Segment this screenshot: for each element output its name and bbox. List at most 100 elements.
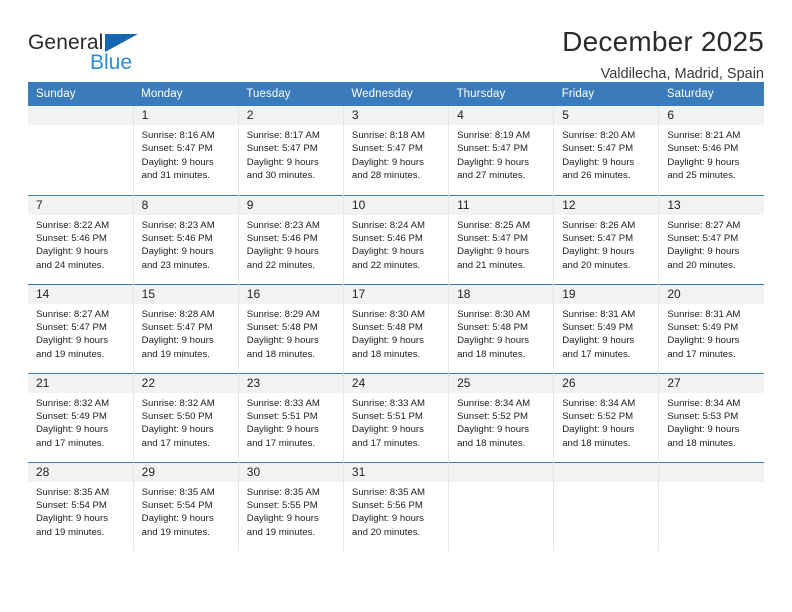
calendar-day-cell[interactable]: 28 Sunrise: 8:35 AM Sunset: 5:54 PM Dayligh… (28, 461, 134, 551)
calendar-week-row: 7 Sunrise: 8:22 AM Sunset: 5:46 PM Daylight… (28, 194, 764, 284)
sunrise-text: Sunrise: 8:31 AM (562, 308, 636, 320)
calendar-day-cell[interactable]: 7 Sunrise: 8:22 AM Sunset: 5:46 PM Daylight… (28, 194, 134, 284)
calendar-day-cell[interactable]: 25 Sunrise: 8:34 AM Sunset: 5:52 PM Dayligh… (448, 372, 554, 462)
sunset-text: Sunset: 5:46 PM (141, 232, 213, 244)
sunrise-text: Sunrise: 8:21 AM (667, 130, 741, 141)
daylight-text-cont: and 18 minutes. (246, 348, 316, 360)
sunset-text: Sunset: 5:51 PM (246, 410, 318, 422)
calendar-day-cell[interactable]: 22 Sunrise: 8:32 AM Sunset: 5:50 PM Dayligh… (132, 372, 239, 462)
sunset-text: Sunset: 5:47 PM (141, 321, 213, 333)
daylight-text: Daylight: 9 hours (141, 156, 214, 168)
day-details (554, 482, 658, 486)
sunrise-text: Sunrise: 8:34 AM (562, 397, 636, 409)
calendar-empty-cell (28, 106, 134, 195)
calendar-day-cell[interactable]: 17 Sunrise: 8:30 AM Sunset: 5:48 PM Dayligh… (342, 283, 449, 373)
sunset-text: Sunset: 5:47 PM (562, 143, 634, 155)
day-details: Sunrise: 8:20 AM Sunset: 5:47 PM Daylight:… (554, 125, 658, 183)
daylight-text-cont: and 25 minutes. (667, 170, 736, 182)
calendar-day-cell[interactable]: 10 Sunrise: 8:24 AM Sunset: 5:46 PM Dayligh… (342, 194, 449, 284)
day-details: Sunrise: 8:18 AM Sunset: 5:47 PM Daylight:… (344, 125, 448, 183)
sunset-text: Sunset: 5:52 PM (562, 410, 634, 422)
calendar-day-cell[interactable]: 21 Sunrise: 8:32 AM Sunset: 5:49 PM Dayligh… (28, 372, 134, 462)
sunrise-text: Sunrise: 8:17 AM (246, 130, 320, 141)
daylight-text-cont: and 22 minutes. (351, 259, 421, 271)
sunset-text: Sunset: 5:50 PM (141, 410, 213, 422)
general-blue-logo[interactable]: General Blue (28, 26, 198, 82)
sunset-text: Sunset: 5:55 PM (246, 499, 318, 511)
calendar-week-row: 14 Sunrise: 8:27 AM Sunset: 5:47 PM Dayligh… (28, 283, 764, 373)
calendar-day-cell[interactable]: 31 Sunrise: 8:35 AM Sunset: 5:56 PM Dayligh… (342, 461, 449, 551)
day-details: Sunrise: 8:28 AM Sunset: 5:47 PM Daylight:… (134, 304, 238, 362)
day-details: Sunrise: 8:34 AM Sunset: 5:52 PM Daylight:… (449, 393, 553, 451)
daylight-text: Daylight: 9 hours (562, 246, 635, 258)
sunrise-text: Sunrise: 8:27 AM (36, 308, 110, 320)
day-details: Sunrise: 8:35 AM Sunset: 5:55 PM Daylight:… (239, 482, 343, 540)
day-number: 21 (28, 373, 133, 393)
calendar-day-cell[interactable]: 26 Sunrise: 8:34 AM Sunset: 5:52 PM Dayligh… (553, 372, 659, 462)
day-details (449, 482, 553, 486)
sunset-text: Sunset: 5:53 PM (667, 410, 739, 422)
calendar-day-cell[interactable]: 13 Sunrise: 8:27 AM Sunset: 5:47 PM Dayligh… (658, 194, 764, 284)
calendar-day-cell[interactable]: 9 Sunrise: 8:23 AM Sunset: 5:46 PM Daylight… (237, 194, 344, 284)
sunset-text: Sunset: 5:51 PM (351, 410, 423, 422)
day-details: Sunrise: 8:23 AM Sunset: 5:46 PM Daylight:… (134, 215, 238, 273)
calendar-empty-cell (658, 461, 764, 551)
day-details: Sunrise: 8:35 AM Sunset: 5:54 PM Daylight:… (134, 482, 238, 540)
daylight-text-cont: and 17 minutes. (246, 437, 316, 449)
calendar-day-cell[interactable]: 24 Sunrise: 8:33 AM Sunset: 5:51 PM Dayligh… (342, 372, 449, 462)
day-details: Sunrise: 8:35 AM Sunset: 5:54 PM Daylight:… (28, 482, 133, 540)
daylight-text: Daylight: 9 hours (351, 513, 424, 525)
daylight-text: Daylight: 9 hours (36, 513, 108, 525)
calendar-day-cell[interactable]: 3 Sunrise: 8:18 AM Sunset: 5:47 PM Daylight… (342, 106, 449, 195)
daylight-text-cont: and 21 minutes. (457, 259, 526, 271)
calendar-day-cell[interactable]: 4 Sunrise: 8:19 AM Sunset: 5:47 PM Daylight… (448, 106, 554, 195)
calendar-day-cell[interactable]: 29 Sunrise: 8:35 AM Sunset: 5:54 PM Dayligh… (132, 461, 239, 551)
calendar-day-cell[interactable]: 14 Sunrise: 8:27 AM Sunset: 5:47 PM Dayligh… (28, 283, 134, 373)
day-number: 25 (449, 373, 554, 393)
calendar-day-cell[interactable]: 20 Sunrise: 8:31 AM Sunset: 5:49 PM Dayligh… (658, 283, 764, 373)
calendar-day-cell[interactable]: 8 Sunrise: 8:23 AM Sunset: 5:46 PM Daylight… (132, 194, 239, 284)
calendar-day-cell[interactable]: 11 Sunrise: 8:25 AM Sunset: 5:47 PM Dayligh… (448, 194, 554, 284)
sunset-text: Sunset: 5:47 PM (141, 143, 213, 155)
day-number (554, 462, 659, 482)
daylight-text-cont: and 30 minutes. (246, 170, 316, 182)
daylight-text-cont: and 19 minutes. (36, 526, 105, 538)
calendar-day-cell[interactable]: 16 Sunrise: 8:29 AM Sunset: 5:48 PM Dayligh… (237, 283, 344, 373)
daylight-text: Daylight: 9 hours (457, 246, 530, 258)
daylight-text-cont: and 28 minutes. (351, 170, 421, 182)
calendar-day-cell[interactable]: 6 Sunrise: 8:21 AM Sunset: 5:46 PM Daylight… (658, 106, 764, 195)
calendar-day-cell[interactable]: 23 Sunrise: 8:33 AM Sunset: 5:51 PM Dayligh… (237, 372, 344, 462)
sunrise-text: Sunrise: 8:20 AM (562, 130, 636, 141)
daylight-text-cont: and 18 minutes. (457, 437, 526, 449)
day-number: 27 (659, 373, 764, 393)
day-number: 9 (238, 195, 343, 215)
daylight-text: Daylight: 9 hours (667, 156, 740, 168)
day-number: 11 (449, 195, 554, 215)
day-details: Sunrise: 8:32 AM Sunset: 5:50 PM Daylight:… (134, 393, 238, 451)
calendar-day-cell[interactable]: 18 Sunrise: 8:30 AM Sunset: 5:48 PM Dayligh… (448, 283, 554, 373)
title-block: December 2025 Valdilecha, Madrid, Spain (562, 26, 764, 83)
day-details: Sunrise: 8:32 AM Sunset: 5:49 PM Daylight:… (28, 393, 133, 451)
day-number: 16 (238, 284, 343, 304)
calendar-day-cell[interactable]: 12 Sunrise: 8:26 AM Sunset: 5:47 PM Dayligh… (553, 194, 659, 284)
daylight-text: Daylight: 9 hours (667, 335, 740, 347)
day-number: 23 (238, 373, 343, 393)
day-number: 1 (133, 106, 238, 125)
calendar-day-cell[interactable]: 15 Sunrise: 8:28 AM Sunset: 5:47 PM Dayligh… (132, 283, 239, 373)
daylight-text: Daylight: 9 hours (457, 335, 530, 347)
day-details: Sunrise: 8:31 AM Sunset: 5:49 PM Daylight:… (554, 304, 658, 362)
calendar-day-cell[interactable]: 5 Sunrise: 8:20 AM Sunset: 5:47 PM Daylight… (553, 106, 659, 195)
calendar-day-cell[interactable]: 19 Sunrise: 8:31 AM Sunset: 5:49 PM Dayligh… (553, 283, 659, 373)
calendar-day-cell[interactable]: 2 Sunrise: 8:17 AM Sunset: 5:47 PM Daylight… (237, 106, 344, 195)
day-number: 7 (28, 195, 133, 215)
sunrise-text: Sunrise: 8:23 AM (246, 219, 320, 231)
calendar-day-cell[interactable]: 1 Sunrise: 8:16 AM Sunset: 5:47 PM Daylight… (132, 106, 239, 195)
daylight-text-cont: and 18 minutes. (667, 437, 736, 449)
sunrise-text: Sunrise: 8:33 AM (351, 397, 425, 409)
daylight-text: Daylight: 9 hours (562, 335, 635, 347)
calendar-day-cell[interactable]: 27 Sunrise: 8:34 AM Sunset: 5:53 PM Dayligh… (658, 372, 764, 462)
calendar-day-cell[interactable]: 30 Sunrise: 8:35 AM Sunset: 5:55 PM Dayligh… (237, 461, 344, 551)
day-details: Sunrise: 8:33 AM Sunset: 5:51 PM Daylight:… (239, 393, 343, 451)
daylight-text-cont: and 17 minutes. (667, 348, 736, 360)
weekday-header-monday: Monday (133, 82, 239, 106)
